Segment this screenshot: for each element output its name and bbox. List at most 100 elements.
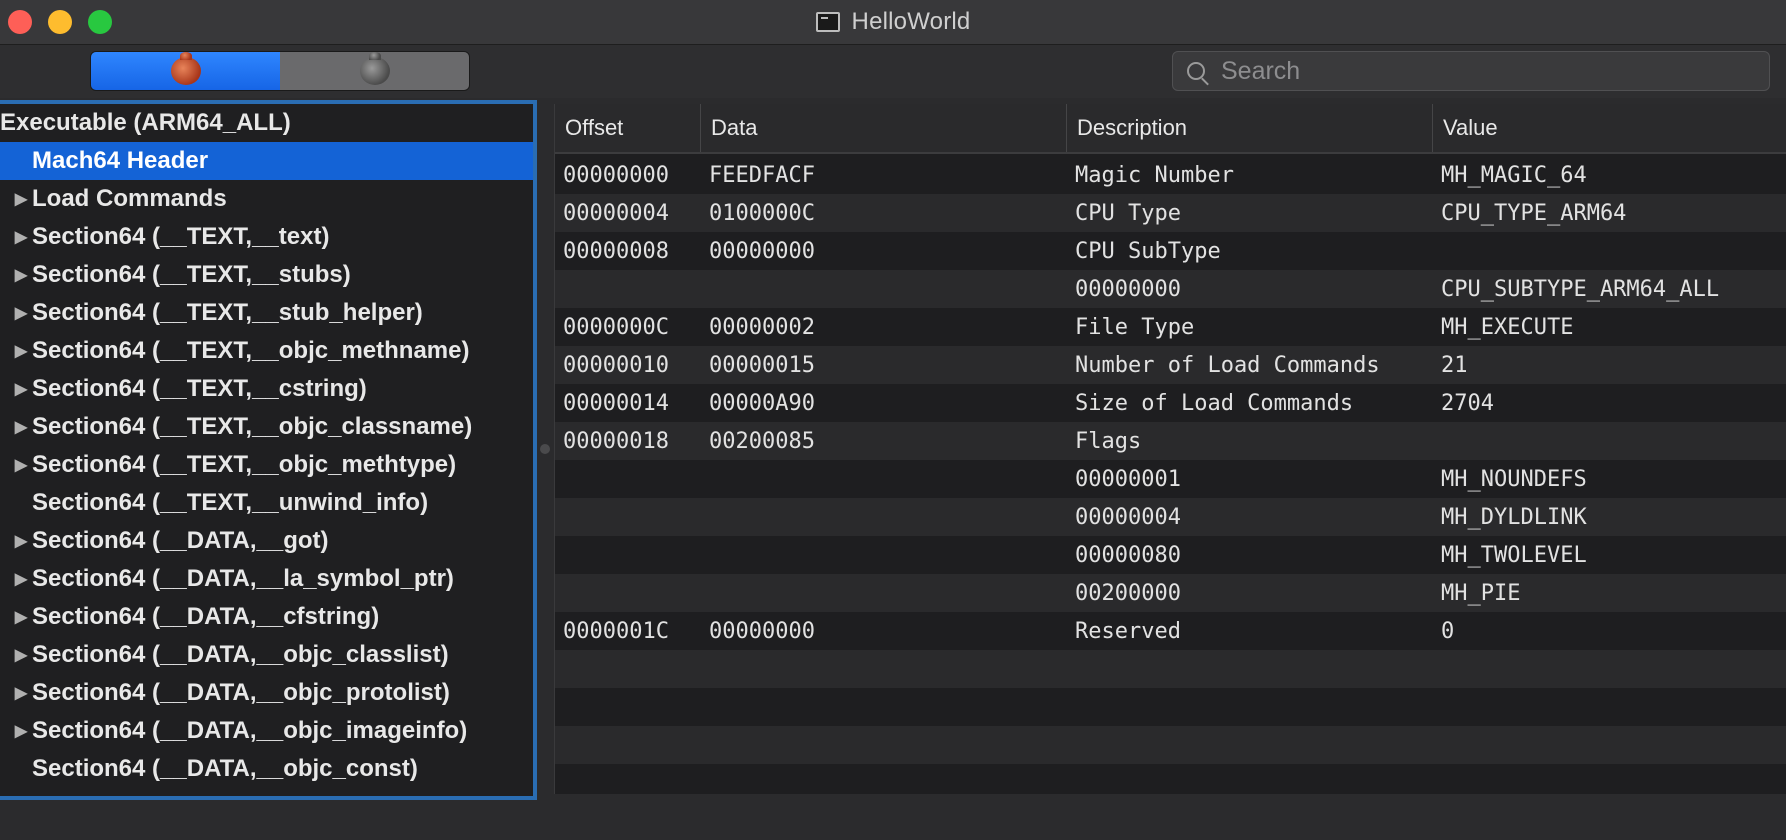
description-cell: 00000004 — [1075, 504, 1181, 530]
table-body: 00000000 FEEDFACF Magic Number MH_MAGIC_64 0… — [555, 154, 1786, 794]
value-cell: MH_DYLDLINK — [1441, 504, 1587, 530]
tree-item[interactable]: ▶ Load Commands — [0, 180, 533, 218]
disclosure-triangle-icon[interactable]: ▶ — [10, 189, 32, 209]
tree-item[interactable]: ▶ Section64 (__DATA,__la_symbol_ptr) — [0, 560, 533, 598]
disclosure-triangle-icon[interactable]: ▶ — [10, 417, 32, 437]
table-row[interactable]: 00000001 MH_NOUNDEFS — [555, 460, 1786, 498]
table-row[interactable]: 00000010 00000015 Number of Load Commands 2… — [555, 346, 1786, 384]
tree-item[interactable]: ▶ Section64 (__DATA,__objc_imageinfo) — [0, 712, 533, 750]
tree-item-label: Section64 (__DATA,__objc_const) — [32, 755, 418, 782]
value-cell: 2704 — [1441, 390, 1494, 416]
tree-item-label: Section64 (__TEXT,__stubs) — [32, 261, 351, 288]
table-row[interactable]: 0000000C 00000002 File Type MH_EXECUTE — [555, 308, 1786, 346]
table-row[interactable]: 00000018 00200085 Flags — [555, 422, 1786, 460]
column-header-description[interactable]: Description — [1067, 104, 1433, 152]
description-cell: CPU Type — [1075, 200, 1181, 226]
value-cell: MH_NOUNDEFS — [1441, 466, 1587, 492]
tree-item-label: Section64 (__DATA,__objc_classlist) — [32, 641, 449, 668]
window-title-area: HelloWorld — [0, 0, 1786, 44]
search-input[interactable] — [1219, 55, 1723, 87]
tree-item[interactable]: ▶ Section64 (__DATA,__objc_classlist) — [0, 636, 533, 674]
tree-item-label: Section64 (__DATA,__got) — [32, 527, 329, 554]
value-cell: MH_MAGIC_64 — [1441, 162, 1587, 188]
bug-colored-icon — [170, 52, 201, 85]
segment-gray-view[interactable] — [280, 52, 469, 90]
description-cell: Size of Load Commands — [1075, 390, 1354, 416]
disclosure-triangle-icon[interactable]: ▶ — [10, 455, 32, 475]
tree-item-label: Section64 (__DATA,__objc_protolist) — [32, 679, 450, 706]
value-cell: 21 — [1441, 352, 1468, 378]
description-cell: Magic Number — [1075, 162, 1234, 188]
disclosure-triangle-icon[interactable]: ▶ — [10, 227, 32, 247]
split-view-divider-handle[interactable] — [540, 444, 550, 454]
disclosure-triangle-icon[interactable]: ▶ — [10, 569, 32, 589]
segment-colored-view[interactable] — [91, 52, 280, 90]
description-cell: 00200000 — [1075, 580, 1181, 606]
data-cell: 00000A90 — [709, 390, 815, 416]
table-row[interactable]: 0000001C 00000000 Reserved 0 — [555, 612, 1786, 650]
table-row[interactable]: 00000004 0100000C CPU Type CPU_TYPE_ARM64 — [555, 194, 1786, 232]
tree-item[interactable]: ▶Section64 (__TEXT,__unwind_info) — [0, 484, 533, 522]
column-header-offset[interactable]: Offset — [555, 104, 701, 152]
tree-item[interactable]: ▶ Section64 (__DATA,__got) — [0, 522, 533, 560]
table-row[interactable]: 00000014 00000A90 Size of Load Commands 270… — [555, 384, 1786, 422]
description-cell: Reserved — [1075, 618, 1181, 644]
tree-item[interactable]: ▶ Section64 (__TEXT,__cstring) — [0, 370, 533, 408]
tree-item-label: Section64 (__TEXT,__text) — [32, 223, 330, 250]
tree-item-label: Load Commands — [32, 185, 227, 212]
search-field[interactable] — [1172, 51, 1770, 91]
table-row[interactable] — [555, 650, 1786, 688]
offset-cell: 00000004 — [563, 200, 669, 226]
tree-item[interactable]: ▶ Section64 (__TEXT,__objc_classname) — [0, 408, 533, 446]
table-row[interactable]: 00000000 CPU_SUBTYPE_ARM64_ALL — [555, 270, 1786, 308]
description-cell: 00000000 — [1075, 276, 1181, 302]
value-cell: MH_PIE — [1441, 580, 1521, 606]
tree-item[interactable]: ▶ Section64 (__TEXT,__stub_helper) — [0, 294, 533, 332]
disclosure-triangle-icon[interactable]: ▶ — [10, 531, 32, 551]
table-row[interactable]: 00000000 FEEDFACF Magic Number MH_MAGIC_64 — [555, 156, 1786, 194]
table-header: Offset Data Description Value — [555, 104, 1786, 154]
disclosure-triangle-icon[interactable]: ▶ — [10, 683, 32, 703]
disclosure-triangle-icon[interactable]: ▶ — [10, 265, 32, 285]
value-cell: CPU_SUBTYPE_ARM64_ALL — [1441, 276, 1720, 302]
status-bar — [0, 800, 1786, 840]
disclosure-triangle-icon[interactable]: ▶ — [10, 379, 32, 399]
column-header-value[interactable]: Value — [1433, 104, 1786, 152]
tree-item-label: Section64 (__TEXT,__objc_classname) — [32, 413, 473, 440]
disclosure-triangle-icon[interactable]: ▶ — [10, 607, 32, 627]
description-cell: File Type — [1075, 314, 1195, 340]
offset-cell: 00000000 — [563, 162, 669, 188]
column-header-data[interactable]: Data — [701, 104, 1067, 152]
description-cell: Flags — [1075, 428, 1142, 454]
tree-item[interactable]: ▶Section64 (__DATA,__objc_const) — [0, 750, 533, 788]
tree-item[interactable]: ▶ Section64 (__DATA,__cfstring) — [0, 598, 533, 636]
tree-item-label: Section64 (__DATA,__objc_imageinfo) — [32, 717, 468, 744]
data-cell: 00200085 — [709, 428, 815, 454]
tree-item[interactable]: ▶ Section64 (__DATA,__objc_protolist) — [0, 674, 533, 712]
tree-item[interactable]: ▶ Section64 (__TEXT,__text) — [0, 218, 533, 256]
table-row[interactable]: 00000080 MH_TWOLEVEL — [555, 536, 1786, 574]
tree-root-executable[interactable]: Executable (ARM64_ALL) — [0, 104, 533, 142]
tree-item-label: Section64 (__TEXT,__objc_methtype) — [32, 451, 457, 478]
table-row[interactable] — [555, 688, 1786, 726]
outline-view[interactable]: Executable (ARM64_ALL) ▶Mach64 Header▶Lo… — [0, 100, 537, 800]
tree-item[interactable]: ▶ Section64 (__TEXT,__objc_methname) — [0, 332, 533, 370]
description-cell: 00000001 — [1075, 466, 1181, 492]
offset-cell: 0000000C — [563, 314, 669, 340]
tree-item[interactable]: ▶Mach64 Header — [0, 142, 533, 180]
offset-cell: 0000001C — [563, 618, 669, 644]
table-row[interactable]: 00000008 00000000 CPU SubType — [555, 232, 1786, 270]
tree-item[interactable]: ▶ Section64 (__TEXT,__objc_methtype) — [0, 446, 533, 484]
disclosure-triangle-icon[interactable]: ▶ — [10, 303, 32, 323]
tree-root-label: Executable (ARM64_ALL) — [0, 109, 291, 136]
table-row[interactable]: 00200000 MH_PIE — [555, 574, 1786, 612]
table-row[interactable] — [555, 726, 1786, 764]
disclosure-triangle-icon[interactable]: ▶ — [10, 721, 32, 741]
table-row[interactable] — [555, 764, 1786, 794]
disclosure-triangle-icon[interactable]: ▶ — [10, 341, 32, 361]
offset-cell: 00000014 — [563, 390, 669, 416]
tree-item[interactable]: ▶ Section64 (__TEXT,__stubs) — [0, 256, 533, 294]
disclosure-triangle-icon[interactable]: ▶ — [10, 645, 32, 665]
table-row[interactable]: 00000004 MH_DYLDLINK — [555, 498, 1786, 536]
data-cell: 0100000C — [709, 200, 815, 226]
